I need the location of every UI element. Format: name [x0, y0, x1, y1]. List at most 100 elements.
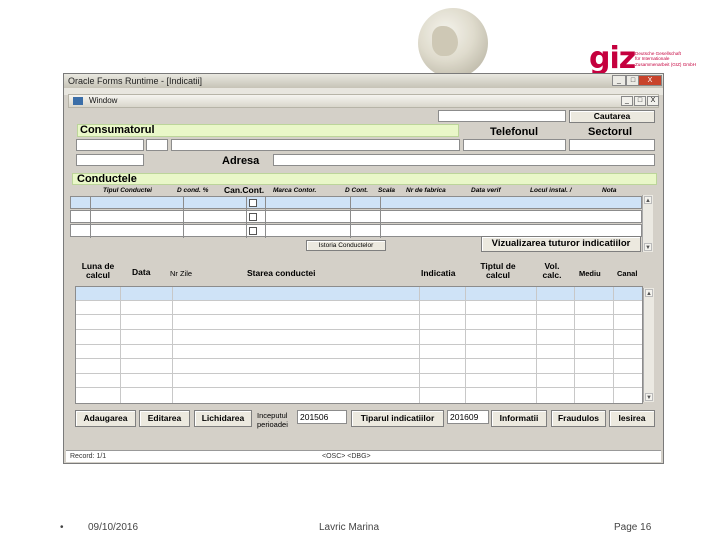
reading-col-volume: Vol. calc.	[542, 261, 562, 280]
giz-logo: giz Deutsche Gesellschaft für Internatio…	[589, 41, 696, 76]
table-row[interactable]	[76, 331, 642, 345]
table-row[interactable]	[70, 210, 642, 223]
can-cont-checkbox[interactable]	[249, 213, 257, 221]
add-button[interactable]: Adaugarea	[75, 410, 136, 427]
table-row[interactable]	[76, 316, 642, 330]
phone-label: Telefonul	[490, 126, 539, 138]
footer-page-number: Page 16	[614, 522, 652, 533]
reading-col-days: Nr Zile	[170, 269, 193, 278]
delete-button[interactable]: Lichidarea	[194, 410, 252, 427]
pipe-col-meter-diameter: D Cont.	[345, 187, 369, 194]
pipe-col-verify-date: Data verif	[471, 187, 501, 194]
table-row[interactable]	[70, 196, 642, 209]
pipe-col-serial: Nr de fabrica	[406, 187, 446, 194]
pipe-col-diameter: D cond. %	[177, 187, 209, 194]
search-input[interactable]	[438, 110, 566, 122]
consumer-name-field[interactable]	[171, 139, 460, 151]
footer-author: Lavric Marina	[319, 522, 380, 533]
fraud-button[interactable]: Fraudulos	[551, 410, 606, 427]
address-label: Adresa	[222, 155, 260, 167]
footer-bullet: •	[60, 522, 64, 533]
scroll-down-icon[interactable]: ▼	[644, 243, 652, 251]
can-cont-checkbox[interactable]	[249, 227, 257, 235]
consumer-extra-field[interactable]	[76, 154, 144, 166]
inner-window-title: Window	[89, 96, 118, 105]
grid-divider	[536, 287, 537, 403]
print-period-field[interactable]: 201609	[447, 410, 489, 424]
giz-logo-line-3: Zusammenarbeit (GIZ) GmbH	[635, 61, 697, 67]
address-field[interactable]	[273, 154, 655, 166]
edit-button[interactable]: Editarea	[139, 410, 190, 427]
pipe-history-button[interactable]: Istoria Conductelor	[306, 240, 386, 251]
scroll-up-icon[interactable]: ▲	[645, 289, 653, 297]
scroll-down-icon[interactable]: ▼	[645, 393, 653, 401]
status-bar: Record: 1/1 <OSC> <DBG>	[66, 450, 661, 462]
consumer-code-suffix-field[interactable]	[146, 139, 168, 151]
window-icon	[73, 97, 83, 105]
grid-divider	[90, 196, 91, 238]
grid-divider	[265, 196, 266, 238]
grid-divider	[380, 196, 381, 238]
reading-col-date: Data	[132, 267, 151, 277]
pipe-col-type: Tipul Conductei	[103, 187, 152, 194]
grid-divider	[613, 287, 614, 403]
pipes-scrollbar[interactable]: ▲ ▼	[642, 195, 653, 252]
info-button[interactable]: Informatii	[491, 410, 547, 427]
table-row[interactable]	[76, 360, 642, 374]
window-title: Oracle Forms Runtime - [Indicatii]	[68, 76, 203, 86]
grid-divider	[183, 196, 184, 238]
reading-col-channel: Canal	[617, 269, 638, 278]
readings-scrollbar[interactable]: ▲ ▼	[643, 288, 654, 402]
record-indicator: Record: 1/1	[70, 453, 107, 460]
mode-indicator: <OSC> <DBG>	[322, 453, 371, 460]
grid-divider	[350, 196, 351, 238]
close-button[interactable]: X	[638, 75, 662, 86]
pipe-col-scale: Scala	[378, 187, 395, 194]
table-row[interactable]	[76, 374, 642, 388]
sector-field[interactable]	[569, 139, 655, 151]
search-button[interactable]: Cautarea	[569, 110, 655, 123]
minimize-button[interactable]: _	[612, 75, 626, 86]
grid-divider	[246, 196, 247, 238]
reading-col-calc-type: Tiptul de calcul	[480, 261, 516, 280]
oracle-forms-window: Oracle Forms Runtime - [Indicatii] _ □ X…	[63, 73, 664, 464]
giz-logo-subtitle: Deutsche Gesellschaft für Internationale…	[635, 51, 696, 67]
can-cont-checkbox[interactable]	[249, 199, 257, 207]
grid-divider	[120, 287, 121, 403]
print-readings-button[interactable]: Tiparul indicatiilor	[351, 410, 444, 427]
pipes-grid	[70, 196, 642, 238]
reading-col-month: Luna de calcul	[81, 261, 115, 280]
slide: giz Deutsche Gesellschaft für Internatio…	[0, 0, 720, 540]
pipe-col-can-cont: Can.Cont.	[224, 185, 265, 195]
pipes-header-bar	[72, 173, 657, 185]
pipes-label: Conductele	[77, 173, 137, 185]
reading-col-state: Starea conductei	[247, 268, 316, 278]
scroll-up-icon[interactable]: ▲	[644, 196, 652, 204]
table-row[interactable]	[76, 388, 642, 402]
table-row[interactable]	[76, 287, 642, 301]
consumer-code-field[interactable]	[76, 139, 144, 151]
view-all-readings-button[interactable]: Vizualizarea tuturor indicatiilor	[481, 236, 641, 252]
pipe-col-meter-brand: Marca Contor.	[273, 187, 317, 194]
exit-button[interactable]: Iesirea	[609, 410, 655, 427]
pipe-col-install-place: Locul instal. /	[530, 187, 572, 194]
sector-label: Sectorul	[588, 126, 633, 138]
grid-divider	[172, 287, 173, 403]
window-titlebar: Oracle Forms Runtime - [Indicatii] _ □ X	[64, 74, 663, 88]
inner-window-titlebar: Window _ □ X	[68, 94, 659, 108]
inner-minimize-button[interactable]: _	[621, 96, 633, 106]
table-row[interactable]	[76, 345, 642, 359]
giz-logo-mark: giz	[589, 41, 636, 76]
grid-divider	[574, 287, 575, 403]
consumer-label: Consumatorul	[80, 124, 155, 136]
table-row[interactable]	[76, 301, 642, 315]
period-start-label: Inceputul perioadei	[257, 411, 288, 429]
inner-close-button[interactable]: X	[647, 96, 659, 106]
footer-date: 09/10/2016	[88, 522, 139, 533]
globe-graphic	[418, 8, 488, 78]
period-start-field[interactable]: 201506	[297, 410, 347, 424]
inner-restore-button[interactable]: □	[634, 96, 646, 106]
grid-divider	[419, 287, 420, 403]
reading-col-average: Mediu	[579, 269, 601, 278]
phone-field[interactable]	[463, 139, 566, 151]
